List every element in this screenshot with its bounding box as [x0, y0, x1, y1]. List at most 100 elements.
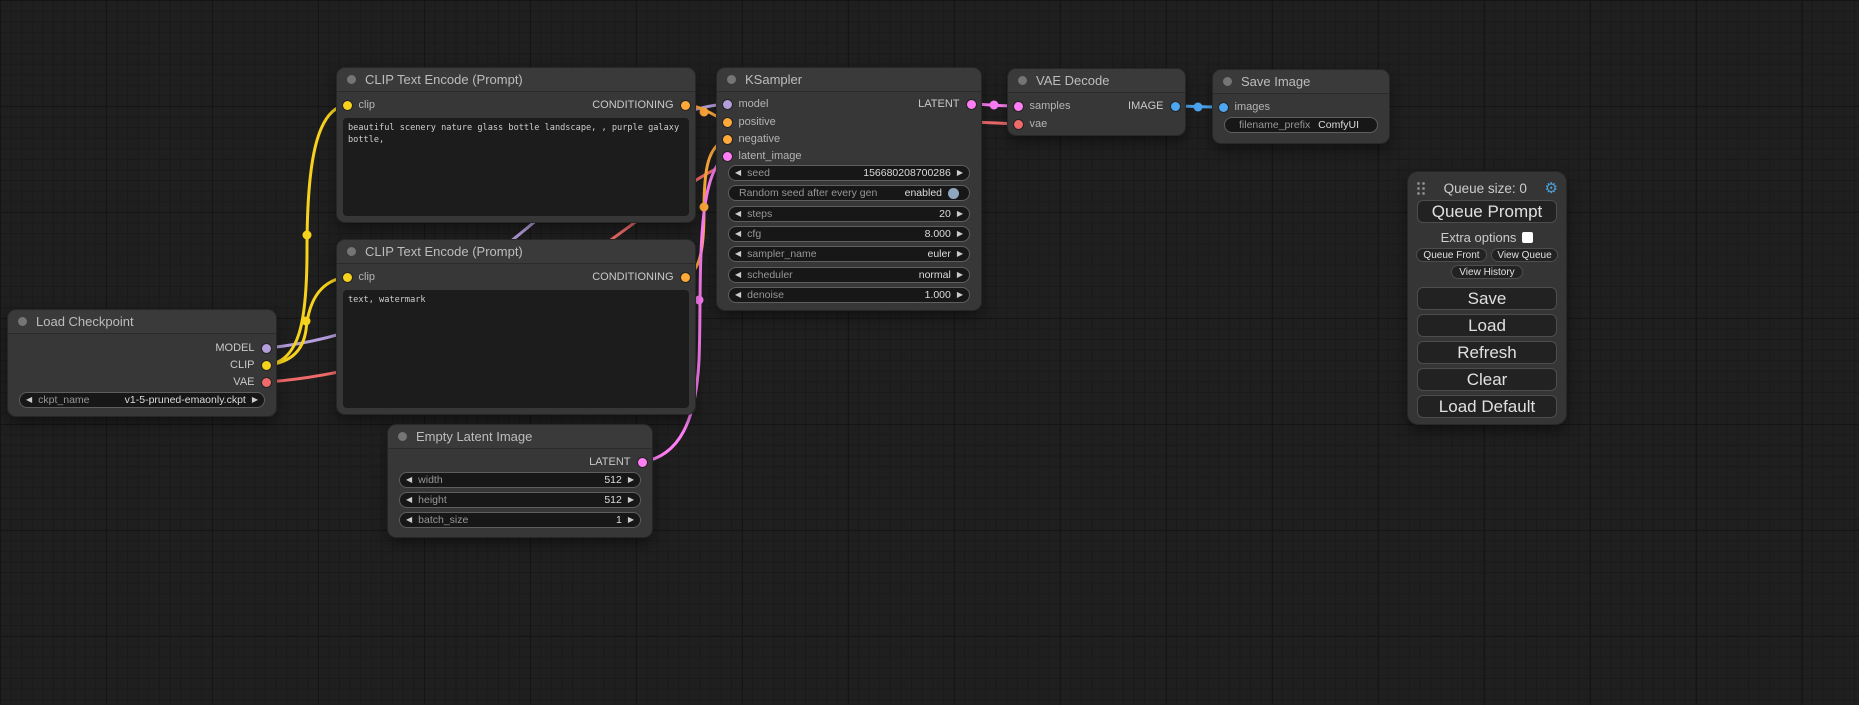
clip-input-port[interactable]: [343, 101, 352, 110]
widget-filename-prefix[interactable]: filename_prefix ComfyUI: [1224, 117, 1378, 133]
output-slot-model[interactable]: MODEL: [215, 340, 270, 356]
node-header[interactable]: VAE Decode: [1008, 69, 1185, 93]
widget-width[interactable]: ◀ width 512 ▶: [399, 472, 641, 488]
input-slot-samples[interactable]: samples: [1014, 98, 1071, 114]
output-slot-conditioning[interactable]: CONDITIONING: [592, 269, 689, 285]
widget-scheduler[interactable]: ◀ scheduler normal ▶: [728, 267, 970, 283]
extra-options-checkbox[interactable]: [1522, 232, 1533, 243]
increment-arrow-icon[interactable]: ▶: [957, 250, 963, 258]
widget-cfg[interactable]: ◀ cfg 8.000 ▶: [728, 226, 970, 242]
clear-button[interactable]: Clear: [1417, 368, 1557, 391]
load-button[interactable]: Load: [1417, 314, 1557, 337]
load-default-button[interactable]: Load Default: [1417, 395, 1557, 418]
output-slot-clip[interactable]: CLIP: [230, 357, 270, 373]
image-output-port[interactable]: [1171, 102, 1180, 111]
conditioning-output-port[interactable]: [681, 273, 690, 282]
widget-seed[interactable]: ◀ seed 156680208700286 ▶: [728, 165, 970, 181]
node-header[interactable]: Load Checkpoint: [8, 310, 276, 334]
node-header[interactable]: CLIP Text Encode (Prompt): [337, 240, 695, 264]
toggle-knob[interactable]: [948, 188, 959, 199]
save-button[interactable]: Save: [1417, 287, 1557, 310]
decrement-arrow-icon[interactable]: ◀: [735, 250, 741, 258]
drag-handle-icon[interactable]: [1416, 181, 1426, 196]
input-slot-clip[interactable]: clip: [343, 97, 376, 113]
widget-sampler-name[interactable]: ◀ sampler_name euler ▶: [728, 246, 970, 262]
latent-input-port[interactable]: [1014, 102, 1023, 111]
node-collapse-dot[interactable]: [18, 317, 27, 326]
input-slot-negative[interactable]: negative: [723, 131, 781, 147]
widget-ckpt-name[interactable]: ◀ ckpt_name v1-5-pruned-emaonly.ckpt ▶: [19, 392, 265, 408]
queue-front-button[interactable]: Queue Front: [1416, 248, 1487, 262]
refresh-button[interactable]: Refresh: [1417, 341, 1557, 364]
input-slot-positive[interactable]: positive: [723, 114, 776, 130]
node-load-checkpoint[interactable]: Load Checkpoint MODEL CLIP VAE ◀ ckpt_na…: [8, 310, 276, 416]
settings-gear-icon[interactable]: ⚙: [1545, 181, 1558, 196]
node-vae-decode[interactable]: VAE Decode samples vae IMAGE: [1008, 69, 1185, 135]
increment-arrow-icon[interactable]: ▶: [957, 169, 963, 177]
node-header[interactable]: Save Image: [1213, 70, 1389, 94]
decrement-arrow-icon[interactable]: ◀: [26, 396, 32, 404]
increment-arrow-icon[interactable]: ▶: [628, 516, 634, 524]
node-collapse-dot[interactable]: [347, 247, 356, 256]
node-header[interactable]: CLIP Text Encode (Prompt): [337, 68, 695, 92]
widget-height[interactable]: ◀ height 512 ▶: [399, 492, 641, 508]
increment-arrow-icon[interactable]: ▶: [628, 476, 634, 484]
decrement-arrow-icon[interactable]: ◀: [735, 169, 741, 177]
view-history-button[interactable]: View History: [1451, 265, 1523, 279]
clip-input-port[interactable]: [343, 273, 352, 282]
increment-arrow-icon[interactable]: ▶: [957, 230, 963, 238]
model-input-port[interactable]: [723, 100, 732, 109]
input-slot-images[interactable]: images: [1219, 99, 1270, 115]
link-midpoint-dot[interactable]: [990, 101, 999, 110]
increment-arrow-icon[interactable]: ▶: [628, 496, 634, 504]
negative-prompt-textarea[interactable]: text, watermark: [343, 290, 689, 408]
widget-batch-size[interactable]: ◀ batch_size 1 ▶: [399, 512, 641, 528]
queue-panel[interactable]: Queue size: 0 ⚙ Queue Prompt Extra optio…: [1408, 172, 1566, 424]
queue-prompt-button[interactable]: Queue Prompt: [1417, 200, 1557, 223]
link-midpoint-dot[interactable]: [695, 296, 704, 305]
image-input-port[interactable]: [1219, 103, 1228, 112]
node-clip-text-encode-negative[interactable]: CLIP Text Encode (Prompt) clip CONDITION…: [337, 240, 695, 414]
widget-denoise[interactable]: ◀ denoise 1.000 ▶: [728, 287, 970, 303]
node-clip-text-encode-positive[interactable]: CLIP Text Encode (Prompt) clip CONDITION…: [337, 68, 695, 222]
increment-arrow-icon[interactable]: ▶: [957, 210, 963, 218]
widget-steps[interactable]: ◀ steps 20 ▶: [728, 206, 970, 222]
decrement-arrow-icon[interactable]: ◀: [735, 271, 741, 279]
conditioning-output-port[interactable]: [681, 101, 690, 110]
conditioning-input-port[interactable]: [723, 118, 732, 127]
node-collapse-dot[interactable]: [727, 75, 736, 84]
decrement-arrow-icon[interactable]: ◀: [735, 291, 741, 299]
decrement-arrow-icon[interactable]: ◀: [406, 496, 412, 504]
increment-arrow-icon[interactable]: ▶: [252, 396, 258, 404]
link-midpoint-dot[interactable]: [303, 231, 312, 240]
decrement-arrow-icon[interactable]: ◀: [735, 230, 741, 238]
vae-input-port[interactable]: [1014, 120, 1023, 129]
link-midpoint-dot[interactable]: [700, 108, 709, 117]
link-midpoint-dot[interactable]: [302, 317, 311, 326]
input-slot-latent-image[interactable]: latent_image: [723, 148, 802, 164]
latent-input-port[interactable]: [723, 152, 732, 161]
node-empty-latent-image[interactable]: Empty Latent Image LATENT ◀ width 512 ▶ …: [388, 425, 652, 537]
decrement-arrow-icon[interactable]: ◀: [406, 516, 412, 524]
node-collapse-dot[interactable]: [1018, 76, 1027, 85]
decrement-arrow-icon[interactable]: ◀: [406, 476, 412, 484]
link-midpoint-dot[interactable]: [700, 203, 709, 212]
node-collapse-dot[interactable]: [347, 75, 356, 84]
increment-arrow-icon[interactable]: ▶: [957, 291, 963, 299]
latent-output-port[interactable]: [638, 458, 647, 467]
decrement-arrow-icon[interactable]: ◀: [735, 210, 741, 218]
node-save-image[interactable]: Save Image images filename_prefix ComfyU…: [1213, 70, 1389, 143]
vae-output-port[interactable]: [262, 378, 271, 387]
output-slot-conditioning[interactable]: CONDITIONING: [592, 97, 689, 113]
link-midpoint-dot[interactable]: [1194, 103, 1203, 112]
output-slot-latent[interactable]: LATENT: [918, 96, 975, 112]
node-header[interactable]: Empty Latent Image: [388, 425, 652, 449]
clip-output-port[interactable]: [262, 361, 271, 370]
output-slot-vae[interactable]: VAE: [233, 374, 270, 390]
node-ksampler[interactable]: KSampler model positive negative latent_…: [717, 68, 981, 310]
model-output-port[interactable]: [262, 344, 271, 353]
view-queue-button[interactable]: View Queue: [1491, 248, 1558, 262]
output-slot-image[interactable]: IMAGE: [1128, 98, 1179, 114]
input-slot-vae[interactable]: vae: [1014, 116, 1048, 132]
output-slot-latent[interactable]: LATENT: [589, 454, 646, 470]
